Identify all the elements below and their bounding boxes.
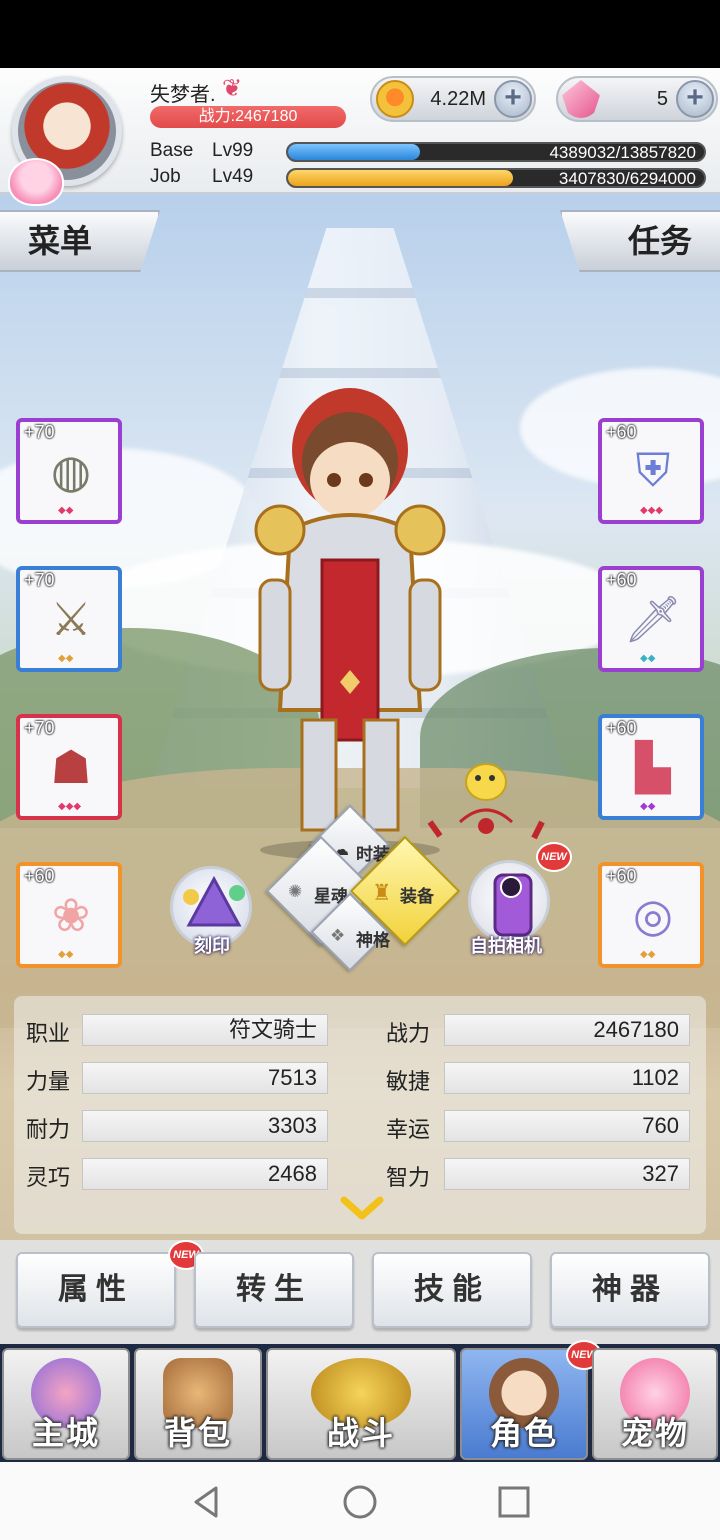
gem-amount: 5 — [656, 88, 668, 110]
base-exp-fill — [288, 144, 420, 160]
equip-slot-boots[interactable]: +60 ▙ ◆◆ — [598, 714, 704, 820]
gem-sockets: ◆◆ — [640, 949, 656, 960]
job-exp-fill — [288, 170, 514, 186]
equip-slot-accessory-bracelet[interactable]: +60 ◎ ◆◆ — [598, 862, 704, 968]
equip-slot-cape[interactable]: +60 ❀ ◆◆ — [16, 862, 122, 968]
stat-label-vit: 耐力 — [26, 1117, 71, 1142]
hood-icon: ☗ — [50, 741, 92, 793]
nav-bag[interactable]: 背包 — [134, 1348, 262, 1460]
menu-tab-button[interactable]: 菜单 — [0, 210, 160, 272]
job-label: Job — [150, 166, 181, 187]
pet-poring-icon[interactable] — [8, 158, 64, 206]
star-soul-icon: ✺ — [288, 882, 303, 901]
gem-sockets: ◆◆ — [58, 949, 74, 960]
gem-sockets: ◆◆ — [58, 505, 74, 516]
home-circle-icon[interactable] — [342, 1484, 378, 1520]
selfie-camera-button[interactable] — [468, 860, 550, 942]
job-exp-bar: 3407830/6294000 — [286, 168, 706, 188]
ring-icon: ◍ — [50, 445, 92, 497]
status-bar — [0, 0, 720, 68]
gem-sockets: ◆◆ — [640, 801, 656, 812]
job-level: Lv49 — [212, 166, 254, 187]
equip-icon: ♜ — [372, 880, 392, 905]
stat-value-power: 2467180 — [444, 1014, 690, 1046]
stat-value-str: 7513 — [82, 1062, 328, 1094]
stat-label-power: 战力 — [386, 1021, 431, 1046]
equip-label: 装备 — [400, 887, 434, 906]
gem-sockets: ◆◆ — [58, 653, 74, 664]
nav-pet[interactable]: 宠物 — [592, 1348, 718, 1460]
nav-character[interactable]: 角色 — [460, 1348, 588, 1460]
stat-value-int: 327 — [444, 1158, 690, 1190]
attributes-button[interactable]: 属性 — [16, 1252, 176, 1328]
gold-amount: 4.22M — [430, 88, 486, 110]
stat-label-agi: 敏捷 — [386, 1069, 431, 1094]
gem-currency: 5 + — [556, 76, 718, 122]
base-exp-text: 4389032/13857820 — [549, 143, 696, 162]
gem-sockets: ◆◆◆ — [58, 801, 82, 812]
sword-icon: ⚔ — [50, 593, 92, 645]
equip-slot-accessory-ring[interactable]: +70 ◍ ◆◆ — [16, 418, 122, 524]
equip-slot-armor[interactable]: +60 ⛨ ◆◆◆ — [598, 418, 704, 524]
recents-square-icon[interactable] — [496, 1484, 532, 1520]
nav-main-city[interactable]: 主城 — [2, 1348, 130, 1460]
bracelet-icon: ◎ — [632, 889, 674, 941]
base-label: Base — [150, 140, 194, 161]
skills-button[interactable]: 技能 — [372, 1252, 532, 1328]
gem-icon — [562, 80, 600, 118]
add-gem-button[interactable]: + — [676, 80, 714, 118]
equip-slot-offhand[interactable]: +60 🗡 ◆◆ — [598, 566, 704, 672]
gem-sockets: ◆◆◆ — [640, 505, 664, 516]
title-emblem-icon: ❦ — [222, 75, 243, 102]
stat-label-class: 职业 — [26, 1021, 71, 1046]
nav-battle[interactable]: 战斗 — [266, 1348, 456, 1460]
add-gold-button[interactable]: + — [494, 80, 532, 118]
armor-icon: ⛨ — [635, 444, 671, 496]
selfie-camera-label: 自拍相机 — [470, 936, 542, 956]
base-exp-bar: 4389032/13857820 — [286, 142, 706, 162]
rebirth-button[interactable]: 转生 — [194, 1252, 354, 1328]
divinity-label: 神格 — [356, 931, 390, 950]
equip-slot-weapon[interactable]: +70 ⚔ ◆◆ — [16, 566, 122, 672]
boots-icon: ▙ — [635, 741, 671, 793]
stat-label-int: 智力 — [386, 1165, 431, 1190]
back-triangle-icon[interactable] — [188, 1484, 224, 1520]
gold-currency: 4.22M + — [370, 76, 536, 122]
gem-sockets: ◆◆ — [640, 653, 656, 664]
new-badge: NEW — [536, 842, 572, 872]
equip-slot-head[interactable]: +70 ☗ ◆◆◆ — [16, 714, 122, 820]
companion-pet-sprite[interactable] — [420, 752, 560, 852]
stat-value-agi: 1102 — [444, 1062, 690, 1094]
stat-label-str: 力量 — [26, 1069, 71, 1094]
divinity-icon: ❖ — [330, 926, 346, 945]
player-name: 失梦者. — [150, 84, 216, 106]
stat-value-class: 符文骑士 — [82, 1014, 328, 1046]
task-tab-button[interactable]: 任务 — [560, 210, 720, 272]
gold-coin-icon — [376, 80, 414, 118]
dagger-icon: 🗡 — [623, 592, 683, 645]
stat-label-dex: 灵巧 — [26, 1165, 71, 1190]
engrave-label: 刻印 — [194, 936, 230, 956]
stat-label-luk: 幸运 — [386, 1117, 431, 1142]
combat-power-badge: 战力:2467180 — [150, 106, 346, 128]
base-level: Lv99 — [212, 140, 254, 161]
scarf-icon: ❀ — [51, 889, 91, 941]
stat-value-vit: 3303 — [82, 1110, 328, 1142]
stat-value-luk: 760 — [444, 1110, 690, 1142]
expand-chevron-down-icon[interactable] — [340, 1196, 384, 1224]
stat-value-dex: 2468 — [82, 1158, 328, 1190]
artifact-button[interactable]: 神器 — [550, 1252, 710, 1328]
job-exp-text: 3407830/6294000 — [558, 169, 696, 188]
